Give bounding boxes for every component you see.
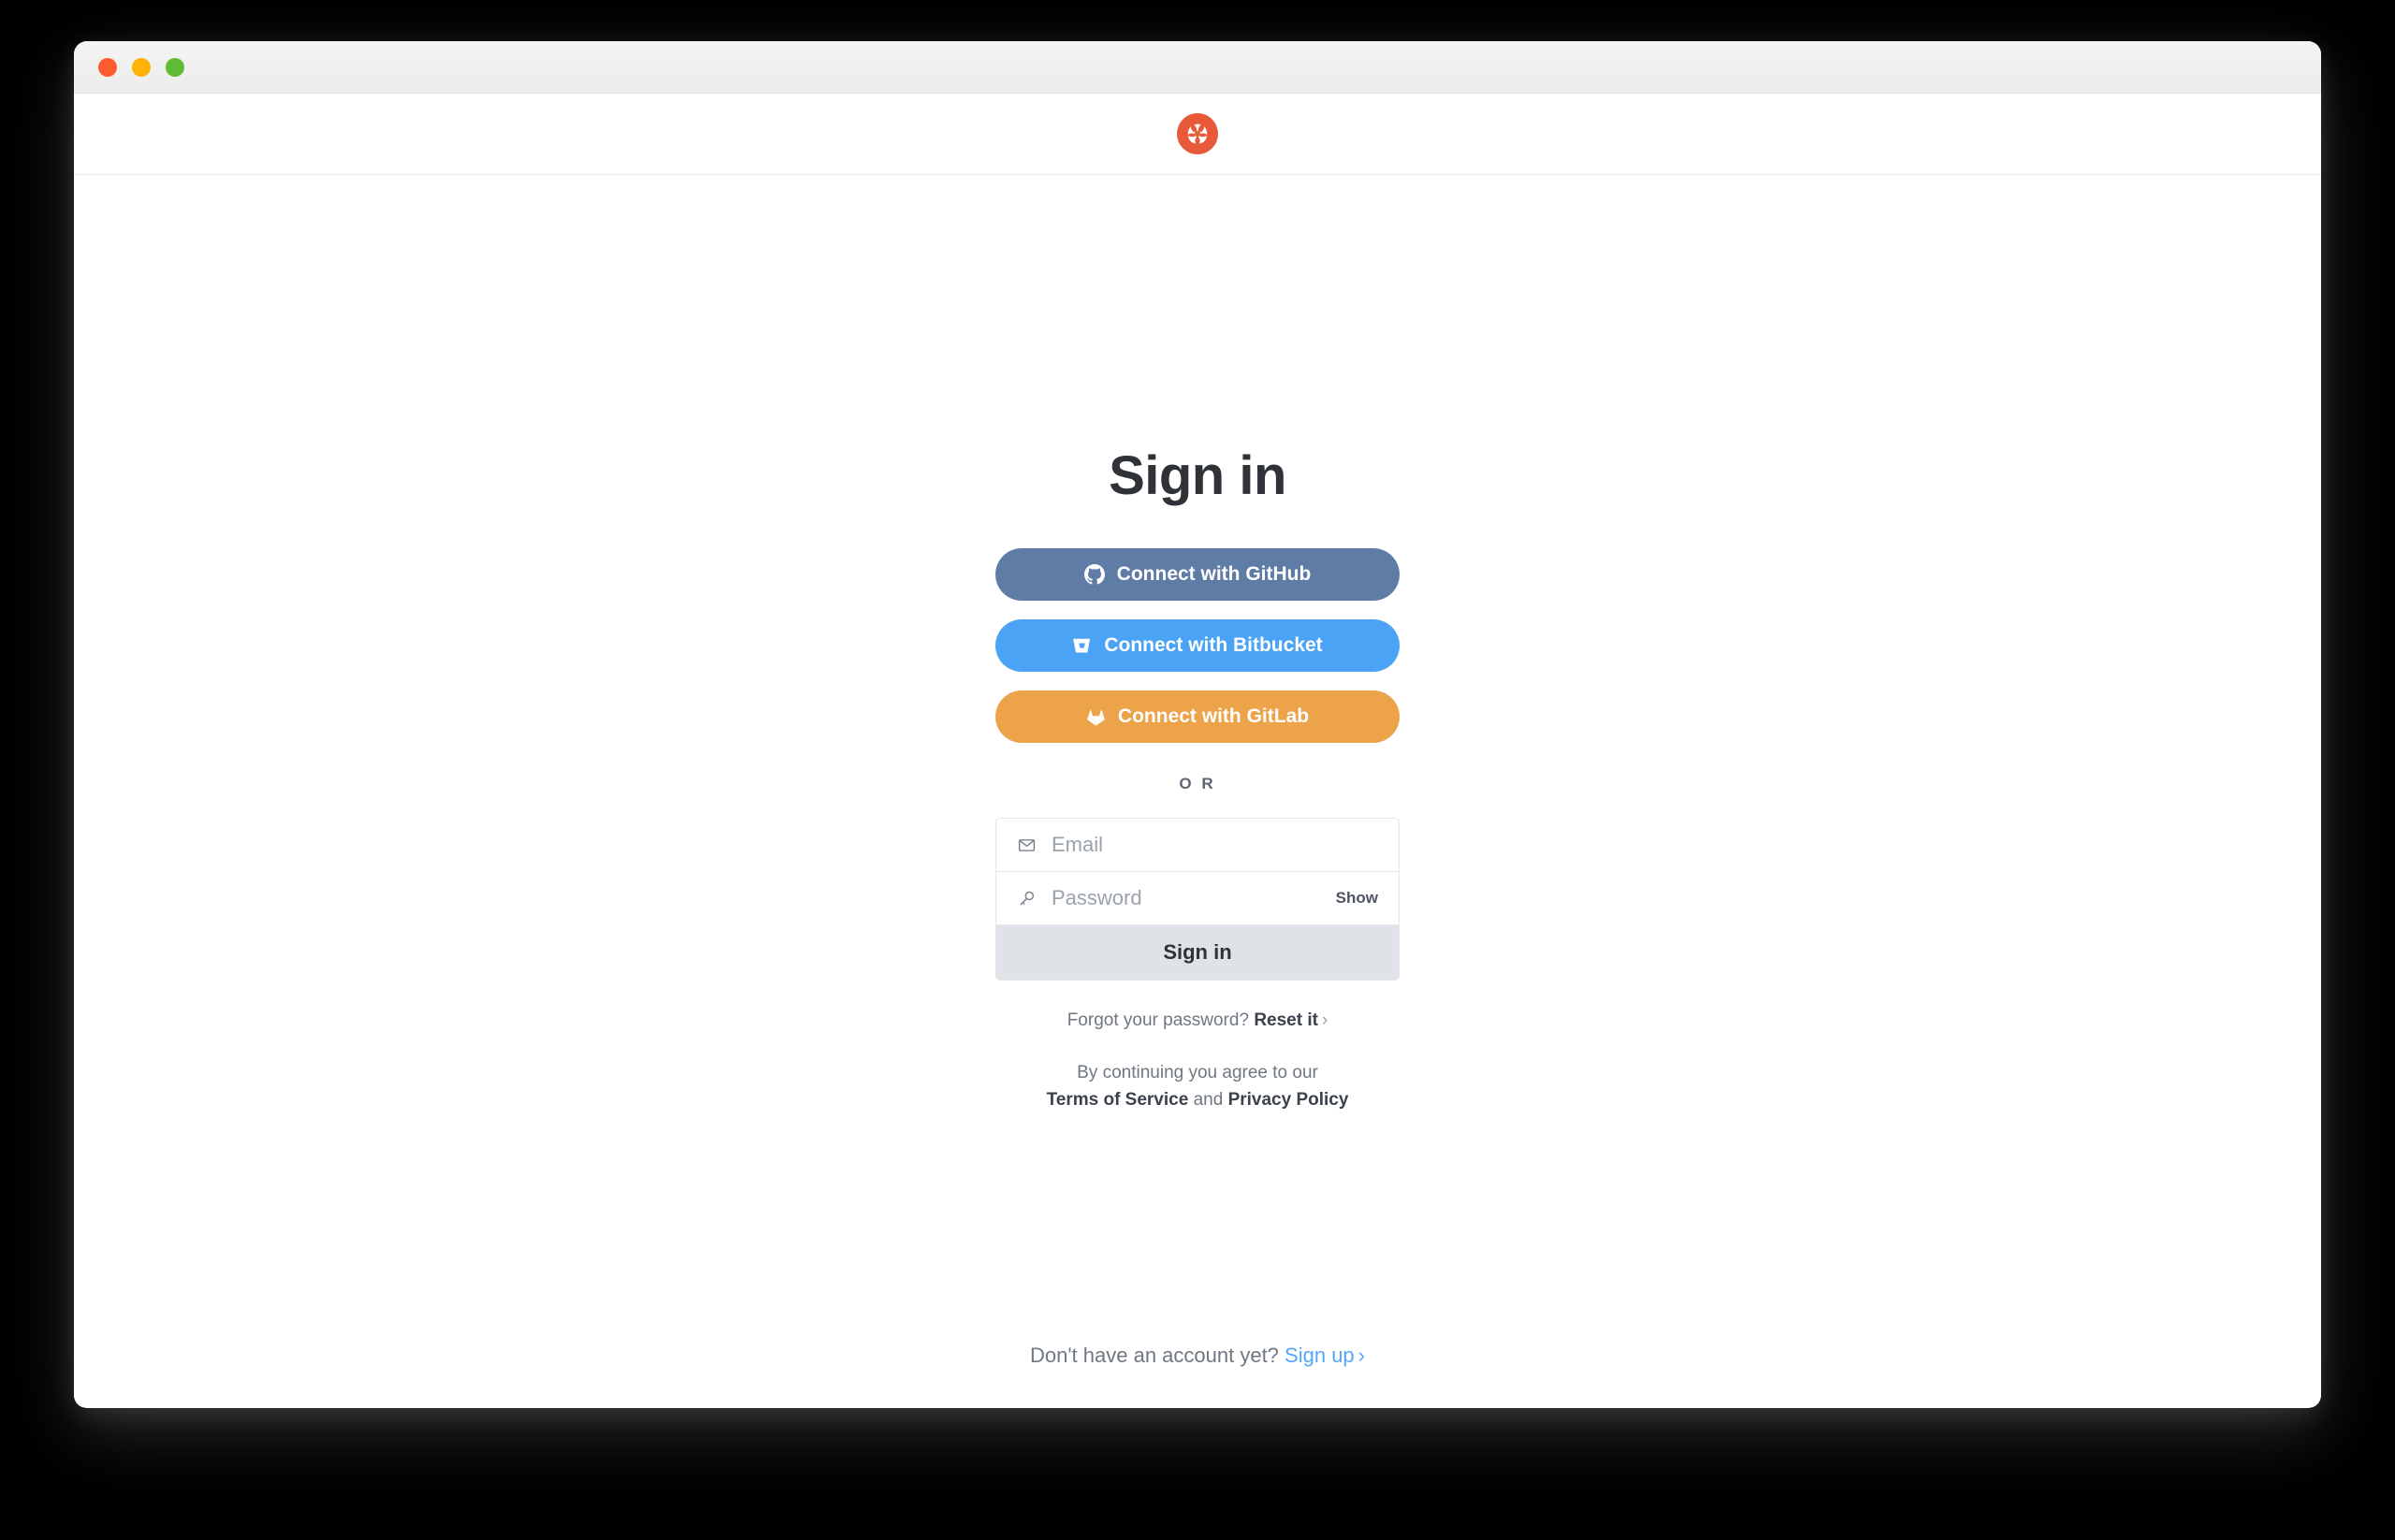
envelope-icon xyxy=(1017,835,1037,855)
signup-prompt-text: Don't have an account yet? xyxy=(1029,1344,1279,1367)
connect-bitbucket-button[interactable]: Connect with Bitbucket xyxy=(995,619,1400,672)
page-body: Sign in Connect with GitHub Connect with… xyxy=(74,94,2321,1407)
login-form-card: Show Sign in xyxy=(995,818,1400,981)
sign-up-link[interactable]: Sign up xyxy=(1285,1344,1355,1367)
main-content: Sign in Connect with GitHub Connect with… xyxy=(74,175,2321,1407)
signin-panel: Sign in Connect with GitHub Connect with… xyxy=(995,444,1400,1114)
privacy-policy-link[interactable]: Privacy Policy xyxy=(1228,1090,1349,1110)
forgot-password-line: Forgot your password? Reset it › xyxy=(995,1010,1400,1031)
browser-window: Sign in Connect with GitHub Connect with… xyxy=(74,41,2321,1408)
forgot-password-text: Forgot your password? xyxy=(1067,1010,1250,1030)
connect-github-label: Connect with GitHub xyxy=(1116,563,1312,585)
page-title: Sign in xyxy=(1109,445,1286,506)
password-field-row[interactable]: Show xyxy=(996,872,1399,925)
gitlab-icon xyxy=(1086,707,1106,727)
window-close-button[interactable] xyxy=(98,57,117,77)
toggle-password-visibility[interactable]: Show xyxy=(1336,889,1378,908)
sign-in-submit-button[interactable]: Sign in xyxy=(996,925,1399,980)
app-header xyxy=(74,94,2321,175)
password-input[interactable] xyxy=(1052,886,1325,910)
terms-of-service-link[interactable]: Terms of Service xyxy=(1047,1090,1189,1110)
window-titlebar xyxy=(74,41,2321,94)
or-separator: O R xyxy=(1179,775,1216,792)
github-icon xyxy=(1083,564,1105,585)
connect-github-button[interactable]: Connect with GitHub xyxy=(995,548,1400,601)
legal-line-2: Terms of Service and Privacy Policy xyxy=(995,1086,1400,1113)
connect-gitlab-label: Connect with GitLab xyxy=(1117,705,1310,727)
window-maximize-button[interactable] xyxy=(166,57,184,77)
reset-password-link[interactable]: Reset it xyxy=(1254,1010,1318,1030)
legal-notice: By continuing you agree to our Terms of … xyxy=(995,1059,1400,1114)
connect-bitbucket-label: Connect with Bitbucket xyxy=(1104,634,1323,656)
chevron-right-icon: › xyxy=(1321,1010,1328,1030)
app-logo-icon[interactable] xyxy=(1177,113,1218,154)
connect-gitlab-button[interactable]: Connect with GitLab xyxy=(995,690,1400,743)
bitbucket-icon xyxy=(1072,636,1092,656)
legal-line-1: By continuing you agree to our xyxy=(1077,1063,1318,1082)
signup-prompt: Don't have an account yet? Sign up › xyxy=(74,1344,2321,1368)
email-input[interactable] xyxy=(1052,833,1378,857)
chevron-right-icon-signup: › xyxy=(1357,1344,1365,1367)
email-field-row[interactable] xyxy=(996,819,1399,872)
key-icon xyxy=(1017,889,1037,908)
window-minimize-button[interactable] xyxy=(132,57,151,77)
legal-conjunction: and xyxy=(1193,1090,1224,1111)
